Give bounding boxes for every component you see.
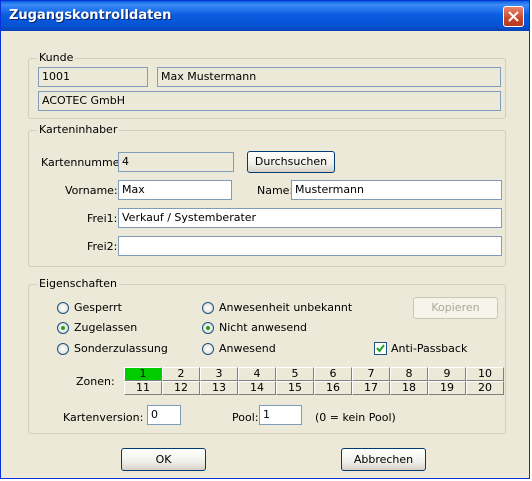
checkmark-icon [376, 344, 385, 353]
zone-button-18[interactable]: 18 [390, 381, 428, 395]
zone-button-13[interactable]: 13 [200, 381, 238, 395]
vorname-label: Vorname: [65, 184, 118, 197]
zone-button-14[interactable]: 14 [238, 381, 276, 395]
radio-sonderzulassung-label: Sonderzulassung [74, 342, 168, 355]
kunde-name-field: Max Mustermann [157, 67, 501, 87]
radio-gesperrt[interactable] [57, 302, 69, 314]
title-bar[interactable]: Zugangskontrolldaten [1, 1, 529, 31]
zone-button-6[interactable]: 6 [314, 367, 352, 381]
radio-anwesend-label: Anwesend [219, 342, 276, 355]
pool-label: Pool: [232, 411, 259, 424]
zone-button-1[interactable]: 1 [124, 367, 162, 381]
zone-button-12[interactable]: 12 [162, 381, 200, 395]
zone-button-15[interactable]: 15 [276, 381, 314, 395]
group-kunde-legend: Kunde [37, 51, 76, 64]
kartennummer-field: 4 [118, 152, 234, 172]
group-eigenschaften-legend: Eigenschaften [37, 277, 119, 290]
dialog-window: Zugangskontrolldaten Kunde 1001 Max Must… [0, 0, 530, 479]
kunde-nummer-field: 1001 [38, 67, 148, 87]
zone-button-9[interactable]: 9 [428, 367, 466, 381]
zone-button-7[interactable]: 7 [352, 367, 390, 381]
radio-sonderzulassung[interactable] [57, 343, 69, 355]
zone-button-16[interactable]: 16 [314, 381, 352, 395]
abbrechen-button[interactable]: Abbrechen [341, 448, 426, 471]
frei2-label: Frei2: [87, 240, 118, 253]
radio-zugelassen-label: Zugelassen [74, 321, 138, 334]
zone-button-19[interactable]: 19 [428, 381, 466, 395]
zone-button-4[interactable]: 4 [238, 367, 276, 381]
radio-anwesenheit-unbekannt-label: Anwesenheit unbekannt [219, 301, 353, 314]
radio-zugelassen[interactable] [57, 322, 69, 334]
group-karteninhaber-legend: Karteninhaber [37, 123, 120, 136]
ok-button[interactable]: OK [121, 448, 206, 471]
name-label: Name: [257, 184, 294, 197]
close-icon [508, 11, 519, 22]
zone-button-11[interactable]: 11 [124, 381, 162, 395]
radio-nicht-anwesend[interactable] [202, 322, 214, 334]
zone-button-8[interactable]: 8 [390, 367, 428, 381]
anti-passback-checkbox[interactable] [374, 342, 387, 355]
frei1-label: Frei1: [87, 212, 118, 225]
zone-button-5[interactable]: 5 [276, 367, 314, 381]
pool-hint: (0 = kein Pool) [315, 411, 396, 424]
zone-button-2[interactable]: 2 [162, 367, 200, 381]
pool-input[interactable]: 1 [259, 405, 302, 425]
vorname-input[interactable]: Max [118, 180, 232, 200]
window-title: Zugangskontrolldaten [9, 8, 172, 23]
kunde-firma-field: ACOTEC GmbH [38, 91, 501, 111]
kartenversion-label: Kartenversion: [63, 411, 144, 424]
anti-passback-label: Anti-Passback [391, 342, 468, 355]
name-input[interactable]: Mustermann [291, 180, 502, 200]
radio-gesperrt-label: Gesperrt [74, 301, 122, 314]
kartenversion-input[interactable]: 0 [147, 405, 181, 425]
zone-button-3[interactable]: 3 [200, 367, 238, 381]
kartennummer-label: Kartennummer: [41, 156, 128, 169]
durchsuchen-button[interactable]: Durchsuchen [247, 151, 335, 173]
zone-button-17[interactable]: 17 [352, 381, 390, 395]
zone-button-10[interactable]: 10 [466, 367, 504, 381]
kopieren-button[interactable]: Kopieren [413, 297, 498, 319]
zonen-label: Zonen: [76, 375, 115, 388]
zone-button-20[interactable]: 20 [466, 381, 504, 395]
frei1-input[interactable]: Verkauf / Systemberater [118, 208, 502, 228]
radio-anwesenheit-unbekannt[interactable] [202, 302, 214, 314]
close-button[interactable] [503, 6, 524, 27]
frei2-input[interactable] [118, 236, 502, 256]
radio-nicht-anwesend-label: Nicht anwesend [219, 321, 308, 334]
radio-anwesend[interactable] [202, 343, 214, 355]
